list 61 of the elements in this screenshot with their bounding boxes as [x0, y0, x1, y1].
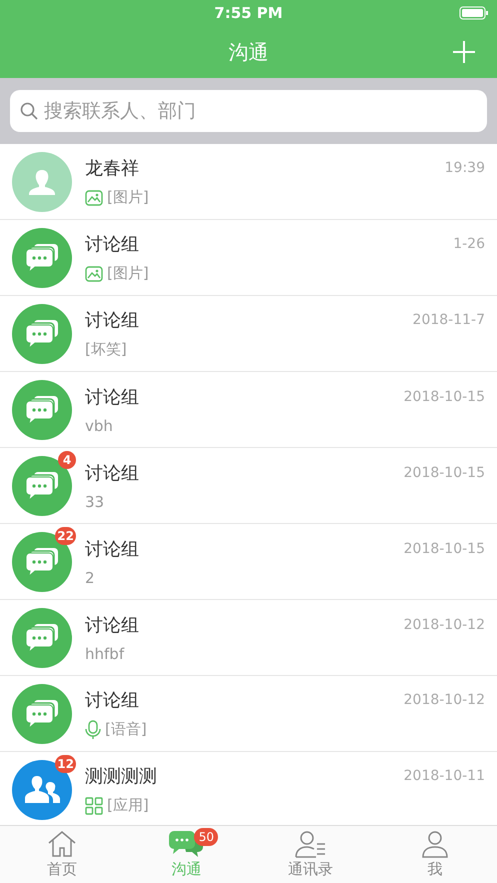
- conversation-time: 2018-10-15: [404, 540, 485, 556]
- message-preview: [坏笑]: [85, 340, 127, 359]
- status-time: 7:55 PM: [214, 4, 283, 22]
- message-preview: vbh: [85, 416, 113, 434]
- conversation-name: 讨论组: [85, 233, 139, 256]
- conversation-name: 讨论组: [85, 688, 139, 712]
- message-preview: [图片]: [107, 188, 149, 207]
- chat-bubbles-icon: [25, 622, 59, 652]
- message-preview: [应用]: [107, 796, 149, 815]
- conversation-time: 2018-10-15: [404, 388, 485, 404]
- conversation-time: 19:39: [444, 160, 485, 176]
- conversation-name: 讨论组: [85, 462, 139, 484]
- chat-bubbles-icon: [25, 698, 59, 728]
- battery-icon: [459, 6, 489, 20]
- conversation-time: 2018-10-15: [404, 464, 485, 480]
- conversation-row[interactable]: 龙春祥 19:39 [图片]: [0, 144, 497, 220]
- message-preview: 2: [85, 568, 95, 586]
- people-icon: [23, 774, 61, 806]
- search-field[interactable]: 搜索联系人、部门: [10, 90, 487, 132]
- conversation-row[interactable]: 4 讨论组 2018-10-15 33: [0, 448, 497, 524]
- contacts-icon: [294, 830, 327, 858]
- message-preview: 33: [85, 492, 104, 510]
- conversation-row[interactable]: 讨论组 2018-11-7 [坏笑]: [0, 296, 497, 372]
- conversation-name: 龙春祥: [85, 157, 139, 180]
- message-preview: [语音]: [105, 720, 147, 739]
- unread-badge: 50: [194, 828, 218, 846]
- conversation-name: 讨论组: [85, 386, 139, 408]
- conversation-time: 2018-10-11: [404, 768, 485, 784]
- unread-badge: 4: [58, 450, 76, 468]
- conversation-time: 2018-11-7: [412, 312, 485, 328]
- conversation-name: 测测测测: [85, 765, 157, 788]
- chat-bubbles-icon: [25, 394, 59, 424]
- conversation-row[interactable]: 讨论组 1-26 [图片]: [0, 220, 497, 296]
- microphone-icon: [85, 720, 101, 740]
- conversation-name: 讨论组: [85, 309, 139, 332]
- conversation-row[interactable]: 讨论组 2018-10-12 [语音]: [0, 676, 497, 752]
- unread-badge: 22: [55, 526, 76, 544]
- chat-bubbles-icon: [25, 546, 59, 576]
- tab[interactable]: 沟通 50: [124, 826, 248, 883]
- nav-title: 沟通: [228, 38, 268, 66]
- message-preview: hhfbf: [85, 644, 124, 662]
- conversation-time: 2018-10-12: [404, 692, 485, 708]
- chat-bubbles-icon: [25, 470, 59, 500]
- add-icon[interactable]: [453, 41, 475, 63]
- conversation-row[interactable]: 讨论组 2018-10-15 vbh: [0, 372, 497, 448]
- conversation-row[interactable]: 22 讨论组 2018-10-15 2: [0, 524, 497, 600]
- chat-bubbles-icon: [25, 318, 59, 348]
- conversation-name: 讨论组: [85, 538, 139, 560]
- person-icon: [420, 830, 449, 858]
- search-icon: [20, 102, 38, 120]
- image-icon: [85, 190, 103, 206]
- conversation-time: 2018-10-12: [404, 616, 485, 632]
- grid-icon: [85, 796, 103, 814]
- image-icon: [85, 266, 103, 282]
- home-icon: [47, 830, 78, 858]
- chat-bubbles-icon: [25, 242, 59, 272]
- unread-badge: 12: [55, 754, 76, 772]
- conversation-row[interactable]: 讨论组 2018-10-12 hhfbf: [0, 600, 497, 676]
- message-preview: [图片]: [107, 264, 149, 283]
- conversation-name: 讨论组: [85, 614, 139, 636]
- conversation-time: 1-26: [453, 236, 485, 252]
